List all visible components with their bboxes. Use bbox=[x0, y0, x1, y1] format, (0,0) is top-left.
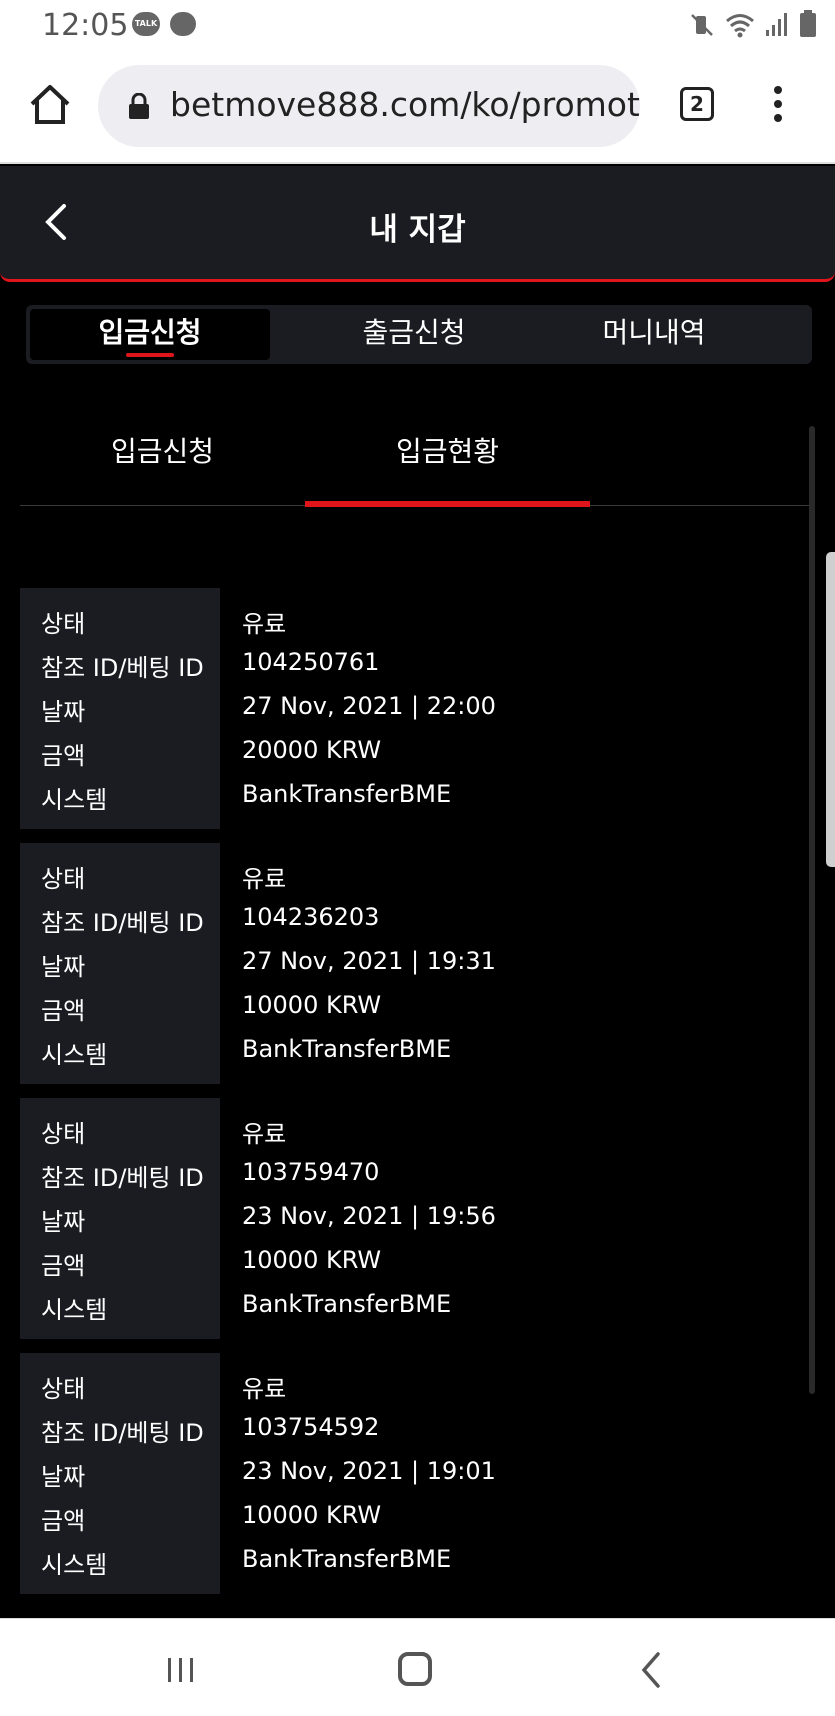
amount-label: 금액 bbox=[41, 1507, 86, 1535]
active-subtab-indicator bbox=[305, 501, 590, 507]
talk-icon: TALK bbox=[132, 12, 160, 36]
status-label: 상태 bbox=[41, 1120, 86, 1148]
tab-withdrawal-request[interactable]: 출금신청 bbox=[294, 309, 534, 360]
system-value: BankTransferBME bbox=[242, 780, 452, 808]
wifi-icon bbox=[726, 14, 754, 38]
status-label: 상태 bbox=[41, 1375, 86, 1403]
amount-label: 금액 bbox=[41, 997, 86, 1025]
amount-value: 10000 KRW bbox=[242, 991, 382, 1019]
ref-id-label: 참조 ID/베팅 ID bbox=[41, 909, 204, 937]
url-bar[interactable]: betmove888.com/ko/promot bbox=[98, 65, 640, 147]
tab-label: 머니내역 bbox=[602, 316, 706, 349]
amount-value: 10000 KRW bbox=[242, 1246, 382, 1274]
system-label: 시스템 bbox=[41, 786, 108, 814]
more-menu-icon[interactable] bbox=[770, 86, 786, 126]
subtab-deposit-request[interactable]: 입금신청 bbox=[20, 430, 305, 470]
amount-label: 금액 bbox=[41, 742, 86, 770]
browser-toolbar: betmove888.com/ko/promot 2 bbox=[0, 52, 835, 164]
status-bar: 12:05 TALK bbox=[0, 0, 835, 52]
date-label: 날짜 bbox=[41, 1208, 86, 1236]
tab-label: 출금신청 bbox=[362, 316, 466, 349]
subtab-deposit-status[interactable]: 입금현황 bbox=[305, 430, 590, 470]
deposit-record: 상태 유료 참조 ID/베팅 ID 103759470 날짜 23 Nov, 2021… bbox=[20, 1098, 810, 1339]
signal-icon bbox=[766, 13, 787, 36]
page-title: 내 지갑 bbox=[369, 212, 466, 248]
status-value: 유료 bbox=[242, 1120, 287, 1148]
deposit-records-list: 상태 유료 참조 ID/베팅 ID 104250761 날짜 27 Nov, 2021… bbox=[20, 588, 810, 1608]
ref-id-value: 103759470 bbox=[242, 1158, 380, 1186]
date-value: 27 Nov, 2021 | 19:31 bbox=[242, 947, 496, 975]
system-label: 시스템 bbox=[41, 1296, 108, 1324]
ref-id-label: 참조 ID/베팅 ID bbox=[41, 1419, 204, 1447]
status-time: 12:05 bbox=[42, 8, 129, 43]
date-value: 23 Nov, 2021 | 19:56 bbox=[242, 1202, 496, 1230]
system-label: 시스템 bbox=[41, 1041, 108, 1069]
system-nav-bar bbox=[0, 1618, 835, 1716]
url-text[interactable]: betmove888.com/ko/promot bbox=[170, 85, 640, 124]
status-label: 상태 bbox=[41, 610, 86, 638]
nav-home-icon[interactable] bbox=[398, 1652, 432, 1686]
app-header: 내 지갑 bbox=[0, 166, 835, 282]
tab-money-history[interactable]: 머니내역 bbox=[534, 309, 774, 360]
home-icon[interactable] bbox=[28, 82, 72, 126]
wallet-tabs: 입금신청 출금신청 머니내역 bbox=[26, 305, 812, 364]
status-label: 상태 bbox=[41, 865, 86, 893]
ref-id-label: 참조 ID/베팅 ID bbox=[41, 654, 204, 682]
lock-icon bbox=[129, 93, 149, 119]
system-value: BankTransferBME bbox=[242, 1545, 452, 1573]
ref-id-value: 103754592 bbox=[242, 1413, 380, 1441]
date-value: 23 Nov, 2021 | 19:01 bbox=[242, 1457, 496, 1485]
recent-apps-icon[interactable] bbox=[166, 1655, 196, 1685]
mute-vibrate-icon bbox=[691, 14, 713, 36]
battery-icon bbox=[800, 10, 816, 37]
amount-label: 금액 bbox=[41, 1252, 86, 1280]
ref-id-value: 104250761 bbox=[242, 648, 380, 676]
system-label: 시스템 bbox=[41, 1551, 108, 1579]
date-value: 27 Nov, 2021 | 22:00 bbox=[242, 692, 496, 720]
status-value: 유료 bbox=[242, 865, 287, 893]
page-scrollbar-thumb[interactable] bbox=[826, 552, 835, 867]
deposit-record: 상태 유료 참조 ID/베팅 ID 103754592 날짜 23 Nov, 2021… bbox=[20, 1353, 810, 1594]
ref-id-label: 참조 ID/베팅 ID bbox=[41, 1164, 204, 1192]
deposit-record: 상태 유료 참조 ID/베팅 ID 104250761 날짜 27 Nov, 2021… bbox=[20, 588, 810, 829]
ref-id-value: 104236203 bbox=[242, 903, 380, 931]
deposit-subtabs: 입금신청 입금현황 bbox=[20, 420, 815, 507]
system-value: BankTransferBME bbox=[242, 1290, 452, 1318]
date-label: 날짜 bbox=[41, 953, 86, 981]
amount-value: 20000 KRW bbox=[242, 736, 382, 764]
deposit-record: 상태 유료 참조 ID/베팅 ID 104236203 날짜 27 Nov, 2021… bbox=[20, 843, 810, 1084]
chat-bubble-icon bbox=[170, 12, 196, 36]
status-value: 유료 bbox=[242, 1375, 287, 1403]
status-value: 유료 bbox=[242, 610, 287, 638]
tab-label: 입금신청 bbox=[98, 316, 202, 349]
system-value: BankTransferBME bbox=[242, 1035, 452, 1063]
nav-back-icon[interactable] bbox=[640, 1651, 662, 1689]
tab-deposit-request[interactable]: 입금신청 bbox=[30, 309, 270, 360]
tab-switcher-button[interactable]: 2 bbox=[680, 87, 714, 121]
amount-value: 10000 KRW bbox=[242, 1501, 382, 1529]
active-tab-indicator bbox=[126, 353, 174, 357]
date-label: 날짜 bbox=[41, 1463, 86, 1491]
date-label: 날짜 bbox=[41, 698, 86, 726]
